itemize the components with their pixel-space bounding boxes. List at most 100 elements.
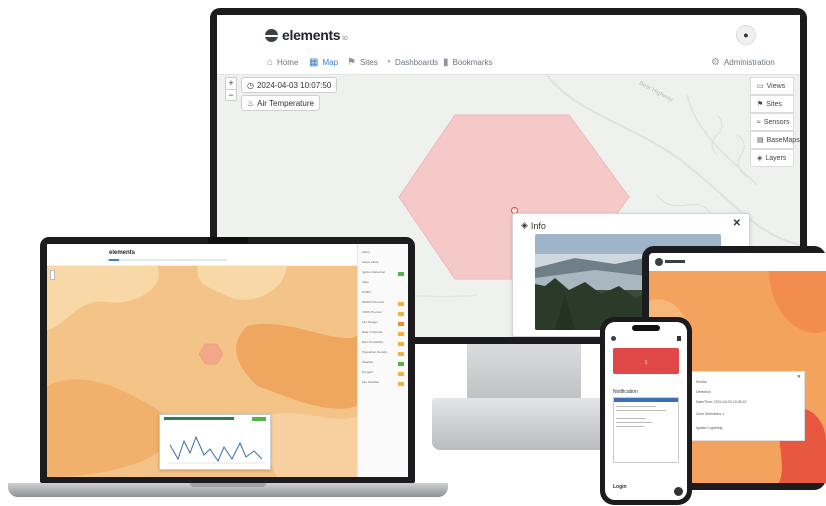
logo-icon: [611, 336, 616, 341]
sidebar-row[interactable]: Active Alerts: [358, 260, 408, 270]
sites-button[interactable]: ⚑ Sites: [750, 95, 794, 113]
status-badge: [398, 352, 404, 356]
nav-map[interactable]: ▦ Map: [309, 57, 338, 68]
laptop-groove: [190, 483, 266, 487]
user-icon[interactable]: [677, 336, 681, 341]
views-label: Views: [766, 82, 786, 90]
alert-banner[interactable]: 1: [613, 348, 679, 374]
editor-text-line: [616, 426, 644, 427]
sidebar-row[interactable]: Ignition Detection: [358, 270, 408, 280]
sidebar-row[interactable]: Fire Danger: [358, 320, 408, 330]
nav-home[interactable]: ⌂ Home: [267, 57, 298, 68]
editor-text-line: [616, 406, 656, 407]
laptop-sidebar: Alerts Active Alerts Ignition Detection …: [357, 244, 408, 477]
flag-icon: ⚑: [757, 101, 764, 108]
laptop: elements Alerts Active Alerts Ignition D…: [40, 237, 415, 483]
layers-icon: ◈: [521, 220, 528, 230]
laptop-zoom-control[interactable]: [50, 270, 55, 280]
phone-dynamic-island: [632, 325, 660, 331]
brand-logo[interactable]: elements io: [265, 27, 348, 43]
nav-administration[interactable]: ⚙ Administration: [711, 57, 775, 68]
map-side-panel: ▭ Views ⚑ Sites ≈ Sensors ▤ BaseMaps ◈ Layers: [750, 77, 800, 167]
alert-count: 1: [644, 360, 648, 366]
status-badge: [398, 382, 404, 386]
phone-screen: 1 Notification Login: [605, 322, 687, 500]
laptop-brand: elements: [109, 250, 136, 256]
sidebar-row[interactable]: Population Density: [358, 350, 408, 360]
layers-label: Layers: [765, 154, 787, 162]
login-heading: Login: [613, 484, 627, 490]
nav-sites[interactable]: ⚑ Sites: [347, 57, 378, 68]
thermometer-icon: ♨: [247, 98, 255, 108]
dashboard-icon: ◔: [385, 57, 392, 68]
modal-line: Date/Time: 2024-04-03 10:05:22: [696, 400, 747, 404]
status-badge: [398, 322, 404, 326]
nav-home-label: Home: [277, 58, 299, 67]
laptop-map[interactable]: [47, 266, 357, 477]
sidebar-row[interactable]: Drought: [358, 370, 408, 380]
laptop-nav-active: [109, 259, 119, 261]
modal-line: Detection: [696, 390, 711, 394]
status-badge: [398, 302, 404, 306]
notification-editor[interactable]: [613, 397, 679, 463]
nav-bookmarks[interactable]: ▮ Bookmarks: [443, 57, 493, 68]
sidebar-row[interactable]: Weather: [358, 360, 408, 370]
info-popup-title: Info: [530, 220, 546, 231]
sidebar-row[interactable]: VIIRS Thermal: [358, 310, 408, 320]
sidebar-row[interactable]: MODIS Thermal: [358, 300, 408, 310]
logo-icon: [265, 28, 278, 42]
sidebar-row[interactable]: Sites: [358, 280, 408, 290]
layer-chip[interactable]: ♨ Air Temperature: [241, 95, 320, 111]
timestamp-chip[interactable]: ◷ 2024-04-03 10:07:50: [241, 77, 338, 93]
user-icon[interactable]: ●: [736, 25, 756, 45]
sensor-line-chart: [168, 435, 266, 464]
nav-dashboards[interactable]: ◔ Dashboards: [385, 57, 438, 68]
device-mockup-stage: elements io ● ⌂ Home ▦ Map ⚑ Sites ◔ Das…: [0, 0, 826, 506]
views-icon: ▭: [757, 83, 764, 90]
layers-button[interactable]: ◈ Layers: [750, 149, 794, 167]
editor-text-line: [616, 422, 652, 423]
zoom-in-button[interactable]: +: [226, 78, 236, 89]
nav-bookmarks-label: Bookmarks: [452, 58, 493, 67]
status-badge: [398, 362, 404, 366]
notification-title: Notification: [613, 389, 638, 395]
zoom-control: + −: [225, 77, 237, 101]
basemaps-label: BaseMaps: [766, 136, 800, 144]
zoom-out-button[interactable]: −: [226, 89, 236, 101]
nav-administration-label: Administration: [723, 58, 775, 67]
close-icon[interactable]: ✕: [797, 374, 801, 380]
sensor-chart-popup: [159, 414, 271, 470]
clock-icon: ◷: [247, 80, 254, 90]
laptop-screen: elements Alerts Active Alerts Ignition D…: [47, 244, 408, 477]
laptop-nav-bar: [107, 259, 227, 261]
sensors-button[interactable]: ≈ Sensors: [750, 113, 794, 131]
sidebar-row[interactable]: GOES: [358, 290, 408, 300]
status-badge: [398, 312, 404, 316]
views-button[interactable]: ▭ Views: [750, 77, 794, 95]
sidebar-row[interactable]: Burn Probability: [358, 340, 408, 350]
modal-line: Zone Selections 1: [696, 412, 725, 416]
sidebar-row[interactable]: Fire Weather: [358, 380, 408, 390]
home-icon: ⌂: [267, 57, 274, 68]
tablet-modal: ✕ Smoke Detection Date/Time: 2024-04-03 …: [689, 371, 805, 441]
editor-text-line: [616, 410, 666, 411]
app-header: elements io ●: [217, 15, 800, 51]
bookmark-icon: ▮: [443, 57, 449, 68]
modal-line: Smoke: [696, 380, 707, 384]
brand-name: elements: [282, 27, 341, 43]
monitor-stand: [467, 344, 581, 400]
flag-icon: ⚑: [347, 57, 356, 68]
layer-chip-label: Air Temperature: [257, 98, 314, 108]
nav-map-label: Map: [322, 58, 339, 67]
nav-sites-label: Sites: [359, 58, 378, 67]
close-icon[interactable]: ✕: [733, 218, 741, 229]
chevron-up-icon[interactable]: [674, 487, 683, 496]
basemap-icon: ▤: [757, 137, 764, 144]
basemaps-button[interactable]: ▤ BaseMaps: [750, 131, 800, 149]
timestamp-text: 2024-04-03 10:07:50: [256, 80, 332, 90]
sidebar-row[interactable]: Alerts: [358, 250, 408, 260]
status-badge: [398, 272, 404, 276]
brand-suffix: io: [342, 34, 348, 42]
sidebar-row[interactable]: Rate of Spread: [358, 330, 408, 340]
info-popup-header: ◈ Info: [521, 220, 546, 231]
